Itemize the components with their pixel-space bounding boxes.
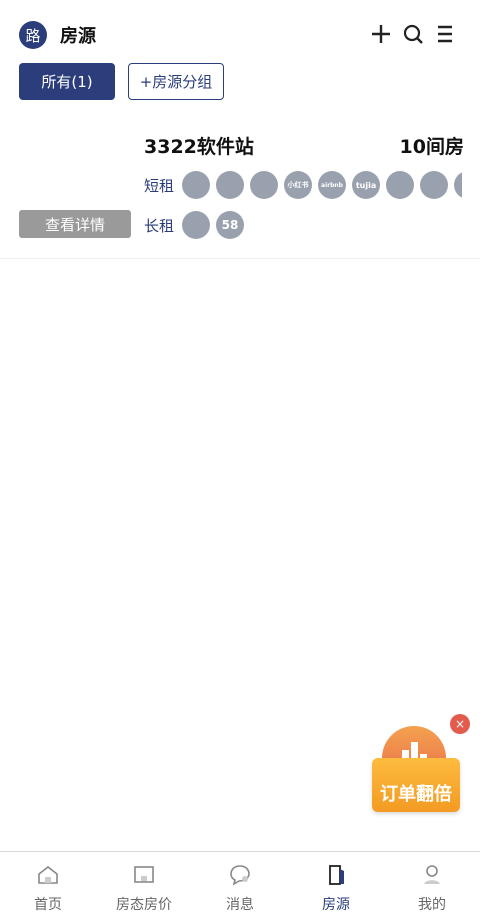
nav-label: 房态房价 xyxy=(116,897,172,913)
channel-icon-1[interactable] xyxy=(182,171,211,199)
channel-icon-3[interactable] xyxy=(250,171,279,199)
room-status-icon xyxy=(131,862,157,888)
nav-item-calendar[interactable]: 房态房价 xyxy=(96,852,192,918)
menu-icon[interactable] xyxy=(433,22,457,46)
long-rent-row: 长租 58 xyxy=(144,209,250,241)
listing-card[interactable]: 3322软件站 10间房 短租 小红书 airbnb tujia 长租 58 查… xyxy=(0,120,480,259)
channel-icon-home[interactable] xyxy=(182,211,211,239)
nav-item-profile[interactable]: 我的 xyxy=(384,852,480,918)
airbnb-icon[interactable]: airbnb xyxy=(318,171,347,199)
door-icon xyxy=(323,862,349,888)
short-rent-row: 短租 小红书 airbnb tujia xyxy=(144,169,462,201)
listing-name: 3322软件站 xyxy=(144,136,254,158)
search-icon[interactable] xyxy=(401,22,425,46)
view-details-button[interactable]: 查看详情 xyxy=(19,210,131,238)
long-rent-label: 长租 xyxy=(144,216,175,235)
short-rent-label: 短租 xyxy=(144,176,175,195)
bottom-nav: 首页 房态房价 消息 房源 我的 xyxy=(0,851,480,918)
long-rent-channels: 58 xyxy=(182,211,250,239)
channel-58-icon[interactable]: 58 xyxy=(216,211,245,239)
nav-item-messages[interactable]: 消息 xyxy=(192,852,288,918)
xiaohongshu-icon[interactable]: 小红书 xyxy=(284,171,313,199)
channel-icon-2[interactable] xyxy=(216,171,245,199)
promo-text: 订单翻倍 xyxy=(380,784,452,805)
app-logo-badge: 路 xyxy=(19,21,47,49)
nav-label: 我的 xyxy=(418,897,446,913)
close-icon[interactable]: × xyxy=(450,714,470,734)
message-icon xyxy=(227,862,253,888)
page-title: 房源 xyxy=(60,26,96,47)
header: 路 房源 xyxy=(0,0,480,62)
room-count: 10间房 xyxy=(399,136,464,158)
channel-icon-7[interactable] xyxy=(386,171,415,199)
home-icon xyxy=(35,862,61,888)
short-rent-channels: 小红书 airbnb tujia xyxy=(182,171,462,199)
profile-icon xyxy=(419,862,445,888)
add-group-button[interactable]: +房源分组 xyxy=(128,63,224,100)
promo-banner[interactable]: 订单翻倍 xyxy=(372,758,460,812)
plus-icon[interactable] xyxy=(369,22,393,46)
tujia-icon[interactable]: tujia xyxy=(352,171,381,199)
group-tab-all[interactable]: 所有(1) xyxy=(19,63,115,100)
nav-label: 首页 xyxy=(34,897,62,913)
promo-widget[interactable]: 订单翻倍 × xyxy=(370,714,470,814)
elephant-icon[interactable] xyxy=(420,171,449,199)
channel-icon-9[interactable] xyxy=(454,171,462,199)
nav-label: 房源 xyxy=(322,897,350,913)
nav-label: 消息 xyxy=(226,897,254,913)
nav-item-home[interactable]: 首页 xyxy=(0,852,96,918)
nav-item-listings[interactable]: 房源 xyxy=(288,852,384,918)
